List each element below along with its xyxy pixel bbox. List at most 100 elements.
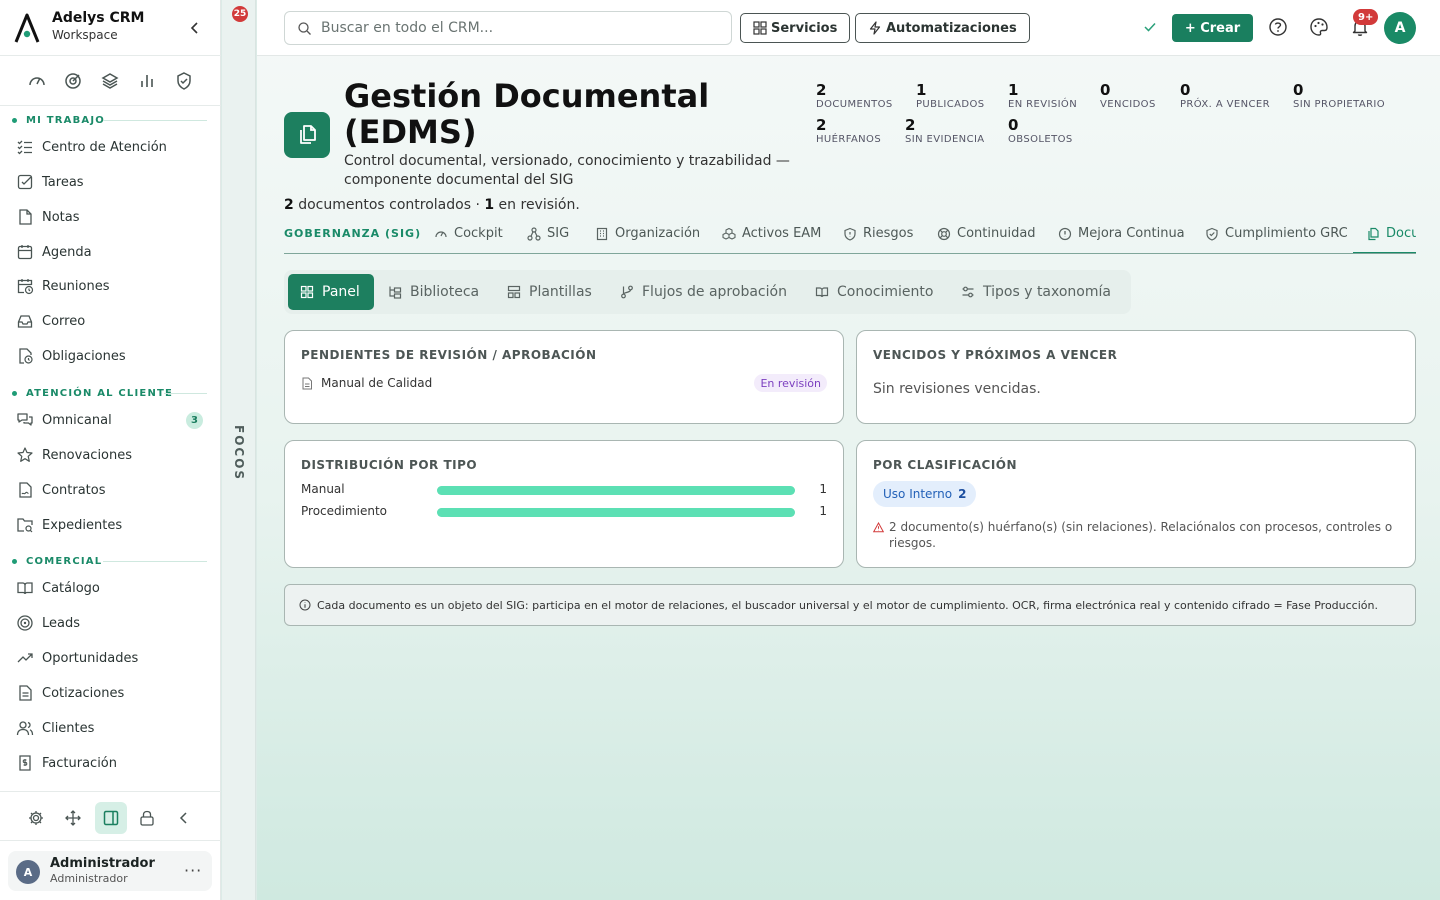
chevron-left-icon[interactable] — [186, 19, 204, 37]
sidebar-item-tareas[interactable]: Tareas — [8, 167, 213, 197]
gauge-icon[interactable] — [27, 71, 47, 91]
user-avatar[interactable]: A — [1384, 12, 1416, 44]
settings-gear-icon[interactable] — [20, 802, 52, 834]
sidebar-item-facturacion[interactable]: Facturación — [8, 748, 213, 778]
sidebar-item-correo[interactable]: Correo — [8, 306, 213, 336]
network-icon — [527, 226, 541, 241]
file-text-icon — [16, 684, 34, 702]
chevron-left-icon[interactable] — [168, 802, 200, 834]
radar-icon[interactable] — [63, 71, 83, 91]
tab-cockpit[interactable]: Cockpit — [434, 226, 503, 241]
tab-label: Activos EAM — [742, 226, 822, 241]
more-options-icon[interactable]: ··· — [184, 861, 202, 880]
subtab-conocimiento[interactable]: Conocimiento — [803, 274, 947, 310]
tab-activos-eam[interactable]: Activos EAM — [722, 226, 821, 241]
card-title: POR CLASIFICACIÓN — [873, 458, 1018, 472]
lock-icon[interactable] — [131, 802, 163, 834]
sidebar-item-label: Omnicanal — [42, 412, 112, 428]
tab-riesgos[interactable]: Riesgos — [843, 226, 913, 241]
sidebar-item-catalogo[interactable]: Catálogo — [8, 573, 213, 603]
sidebar-tools — [0, 791, 221, 841]
subtab-biblioteca[interactable]: Biblioteca — [376, 274, 493, 310]
bar-fill — [437, 508, 795, 517]
palette-icon[interactable] — [1309, 17, 1329, 37]
bar-track — [437, 508, 795, 517]
bar-track — [437, 486, 795, 495]
tab-documental[interactable]: Docu — [1366, 226, 1416, 241]
shield-check-icon[interactable] — [174, 71, 194, 91]
distribution-by-type-card: DISTRIBUCIÓN POR TIPO Manual 1 Procedimi… — [284, 440, 844, 568]
card-title: DISTRIBUCIÓN POR TIPO — [301, 458, 478, 472]
move-arrows-icon[interactable] — [57, 802, 89, 834]
tab-cumplimiento-grc[interactable]: Cumplimiento GRC — [1205, 226, 1348, 241]
subtab-plantillas[interactable]: Plantillas — [495, 274, 606, 310]
sidebar-item-clientes[interactable]: Clientes — [8, 713, 213, 743]
type-count: 1 — [819, 482, 827, 496]
subtab-tipos-taxonomia[interactable]: Tipos y taxonomía — [949, 274, 1125, 310]
page-title: Gestión Documental (EDMS) — [344, 77, 710, 151]
sidebar-item-notas[interactable]: Notas — [8, 202, 213, 232]
quick-access-bar — [0, 56, 221, 106]
adelys-logo-icon — [13, 12, 41, 44]
by-classification-card: POR CLASIFICACIÓN Uso Interno 2 2 documen… — [856, 440, 1416, 568]
kpi-value: 0 — [1293, 81, 1304, 99]
section-divider — [103, 561, 207, 562]
note-icon — [16, 208, 34, 226]
sidebar-item-cotizaciones[interactable]: Cotizaciones — [8, 678, 213, 708]
type-label: Manual — [301, 482, 345, 496]
checkbox-icon — [16, 173, 34, 191]
panel-layout-icon[interactable] — [95, 802, 127, 834]
kpi-label: OBSOLETOS — [1008, 134, 1073, 145]
subtab-flujos-aprobacion[interactable]: Flujos de aprobación — [608, 274, 801, 310]
sidebar-item-label: Obligaciones — [42, 348, 126, 364]
sidebar-item-omnicanal[interactable]: Omnicanal 3 — [8, 405, 213, 435]
tab-mejora-continua[interactable]: Mejora Continua — [1058, 226, 1185, 241]
sidebar-item-expedientes[interactable]: Expedientes — [8, 510, 213, 540]
sidebar-item-obligaciones[interactable]: Obligaciones — [8, 341, 213, 371]
sidebar-item-oportunidades[interactable]: Oportunidades — [8, 643, 213, 673]
folder-search-icon — [16, 516, 34, 534]
sidebar-item-contratos[interactable]: Contratos — [8, 475, 213, 505]
subtab-label: Flujos de aprobación — [642, 284, 787, 300]
sidebar-item-reuniones[interactable]: Reuniones — [8, 271, 213, 301]
search-input[interactable]: Buscar en todo el CRM... — [284, 11, 732, 45]
sidebar-item-label: Cotizaciones — [42, 685, 125, 701]
review-count: 1 — [484, 197, 495, 213]
automations-button[interactable]: Automatizaciones — [855, 13, 1030, 43]
sidebar-item-centro-atencion[interactable]: Centro de Atención — [8, 132, 213, 162]
help-icon[interactable] — [1268, 17, 1288, 37]
orphan-warning: 2 documento(s) huérfano(s) (sin relacion… — [873, 519, 1399, 551]
bar-chart-icon[interactable] — [137, 71, 157, 91]
grid-icon — [300, 285, 314, 299]
grid-icon — [753, 21, 767, 35]
create-button[interactable]: + Crear — [1172, 14, 1253, 42]
services-button[interactable]: Servicios — [740, 13, 851, 43]
tab-label: SIG — [547, 226, 570, 241]
tab-organizacion[interactable]: Organización — [595, 226, 700, 241]
lightning-icon — [868, 21, 882, 35]
sidebar-item-renovaciones[interactable]: Renovaciones — [8, 440, 213, 470]
kpi-vencidos: 0 VENCIDOS — [1100, 82, 1156, 110]
tab-label: Organización — [615, 226, 701, 241]
tab-continuidad[interactable]: Continuidad — [937, 226, 1036, 241]
kpi-sin-propietario: 0 SIN PROPIETARIO — [1293, 82, 1385, 110]
sidebar-item-agenda[interactable]: Agenda — [8, 237, 213, 267]
folder-tree-icon — [388, 285, 402, 299]
sidebar-item-leads[interactable]: Leads — [8, 608, 213, 638]
user-card[interactable]: A Administrador Administrador ··· — [8, 851, 212, 891]
focos-label[interactable]: FOCOS — [232, 425, 246, 481]
sidebar-item-label: Catálogo — [42, 580, 100, 596]
list-item[interactable]: Manual de Calidad En revisión — [301, 374, 827, 392]
info-text: Cada documento es un objeto del SIG: par… — [317, 598, 1378, 612]
kpi-value: 2 — [816, 116, 827, 134]
type-count: 1 — [819, 504, 827, 518]
subtab-panel[interactable]: Panel — [288, 274, 374, 310]
page-summary: 2 documentos controlados · 1 en revisión… — [284, 197, 580, 213]
kpi-label: PRÓX. A VENCER — [1180, 99, 1270, 110]
subtab-label: Tipos y taxonomía — [983, 284, 1111, 300]
layers-icon[interactable] — [100, 71, 120, 91]
search-icon — [297, 21, 312, 36]
sidebar-nav: MI TRABAJO Centro de Atención Tareas Not… — [0, 106, 221, 790]
tab-sig[interactable]: SIG — [527, 226, 569, 241]
classification-chip[interactable]: Uso Interno 2 — [873, 481, 977, 507]
